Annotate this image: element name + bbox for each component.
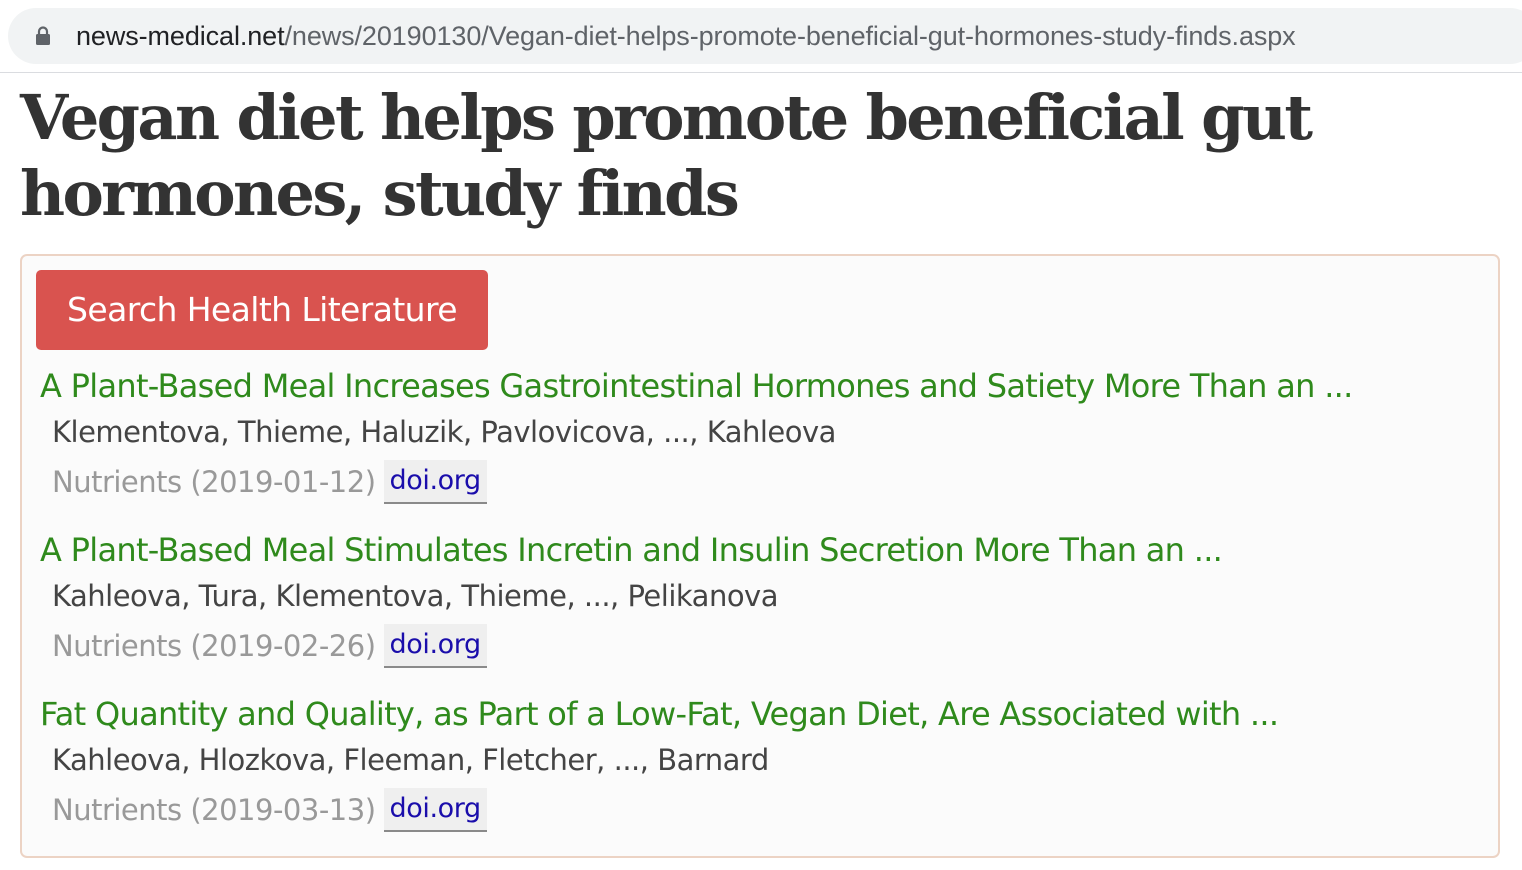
url-path: /news/20190130/Vegan-diet-helps-promote-… <box>284 21 1296 51</box>
result-title-link[interactable]: A Plant-Based Meal Stimulates Incretin a… <box>40 530 1223 570</box>
result-meta: Nutrients (2019-03-13) doi.org <box>52 788 487 832</box>
article-headline: Vegan diet helps promote beneficial gut … <box>20 81 1313 230</box>
doi-link[interactable]: doi.org <box>383 624 487 668</box>
result-title-link[interactable]: Fat Quantity and Quality, as Part of a L… <box>40 694 1279 734</box>
doi-link[interactable]: doi.org <box>383 460 487 504</box>
lock-icon <box>36 26 50 45</box>
result-journal-date: Nutrients (2019-02-26) <box>52 629 376 663</box>
search-health-literature-button[interactable]: Search Health Literature <box>36 270 488 350</box>
result-meta: Nutrients (2019-02-26) doi.org <box>52 624 487 668</box>
result-authors: Kahleova, Tura, Klementova, Thieme, ...,… <box>52 579 779 613</box>
toolbar-divider <box>0 72 1522 73</box>
result-journal-date: Nutrients (2019-01-12) <box>52 465 376 499</box>
health-literature-panel: Search Health Literature A Plant-Based M… <box>20 254 1500 858</box>
result-journal-date: Nutrients (2019-03-13) <box>52 793 376 827</box>
result-title-link[interactable]: A Plant-Based Meal Increases Gastrointes… <box>40 366 1353 406</box>
url-host: news-medical.net <box>76 21 285 51</box>
result-meta: Nutrients (2019-01-12) doi.org <box>52 460 487 504</box>
result-authors: Klementova, Thieme, Haluzik, Pavlovicova… <box>52 415 836 449</box>
url-text[interactable]: news-medical.net/news/20190130/Vegan-die… <box>76 19 1296 53</box>
result-authors: Kahleova, Hlozkova, Fleeman, Fletcher, .… <box>52 743 769 777</box>
doi-link[interactable]: doi.org <box>383 788 487 832</box>
